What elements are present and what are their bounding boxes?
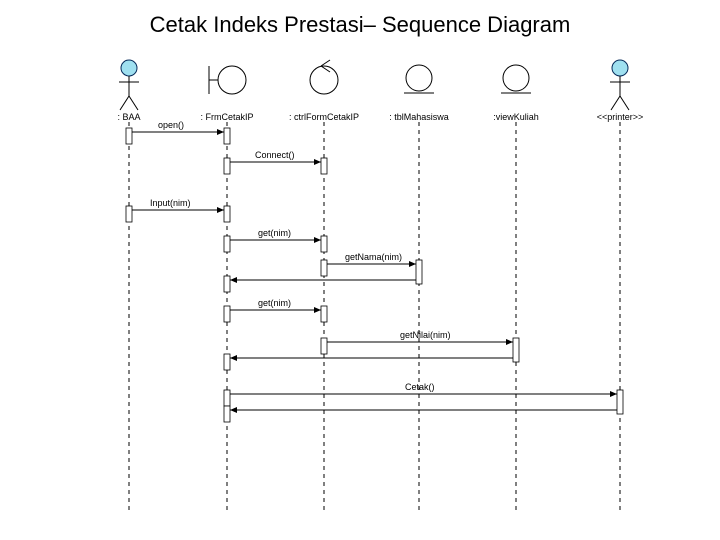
lifeline-label-ctrl: : ctrlFormCetakIP	[284, 112, 364, 122]
message-label: Connect()	[255, 150, 295, 160]
message-label: getNilai(nim)	[400, 330, 451, 340]
message-label: open()	[158, 120, 184, 130]
message-label: get(nim)	[258, 298, 291, 308]
lifeline-label-frm: : FrmCetakIP	[187, 112, 267, 122]
message-label: Input(nim)	[150, 198, 191, 208]
lifeline-label-baa: : BAA	[89, 112, 169, 122]
message-label: getNama(nim)	[345, 252, 402, 262]
message-label: get(nim)	[258, 228, 291, 238]
lifeline-label-tblm: : tblMahasiswa	[379, 112, 459, 122]
lifeline-label-printer: <<printer>>	[580, 112, 660, 122]
sequence-diagram	[0, 0, 720, 540]
lifeline-label-view: :viewKuliah	[476, 112, 556, 122]
message-label: Cetak()	[405, 382, 435, 392]
